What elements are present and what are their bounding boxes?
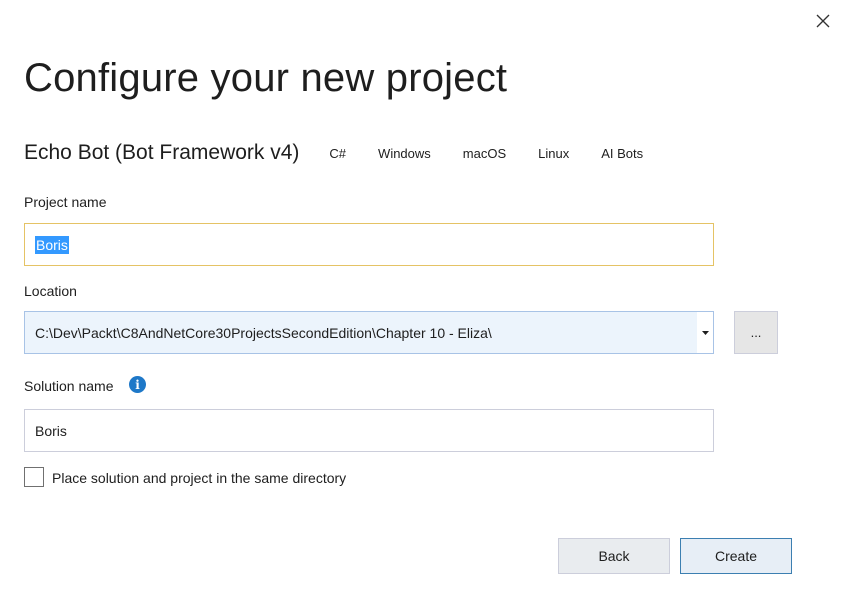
location-dropdown-toggle[interactable] xyxy=(697,312,713,353)
browse-button[interactable]: ... xyxy=(734,311,778,354)
location-combobox[interactable]: C:\Dev\Packt\C8AndNetCore30ProjectsSecon… xyxy=(24,311,714,354)
project-name-value: Boris xyxy=(35,235,69,254)
configure-project-dialog: Configure your new project Echo Bot (Bot… xyxy=(0,0,846,609)
back-button[interactable]: Back xyxy=(558,538,670,574)
solution-name-value: Boris xyxy=(35,422,67,439)
tag-ai-bots: AI Bots xyxy=(601,145,644,161)
template-name: Echo Bot (Bot Framework v4) xyxy=(24,141,300,164)
tag-windows: Windows xyxy=(378,145,431,161)
same-directory-checkbox[interactable] xyxy=(24,467,44,487)
solution-name-label: Solution name xyxy=(24,378,114,394)
template-summary: Echo Bot (Bot Framework v4) C# Windows m… xyxy=(24,138,659,168)
same-directory-label[interactable]: Place solution and project in the same d… xyxy=(52,470,346,486)
location-label: Location xyxy=(24,283,77,299)
tag-linux: Linux xyxy=(538,145,570,161)
location-value: C:\Dev\Packt\C8AndNetCore30ProjectsSecon… xyxy=(25,312,697,353)
chevron-down-icon xyxy=(701,330,709,335)
project-name-input[interactable]: Boris xyxy=(24,223,714,266)
close-button[interactable] xyxy=(810,8,836,34)
solution-name-input[interactable]: Boris xyxy=(24,409,714,452)
close-icon xyxy=(816,14,830,28)
project-name-label: Project name xyxy=(24,194,107,210)
tag-macos: macOS xyxy=(462,145,507,161)
tag-language: C# xyxy=(329,145,347,161)
create-button[interactable]: Create xyxy=(680,538,792,574)
page-title: Configure your new project xyxy=(24,56,508,100)
info-icon[interactable]: i xyxy=(129,376,146,393)
